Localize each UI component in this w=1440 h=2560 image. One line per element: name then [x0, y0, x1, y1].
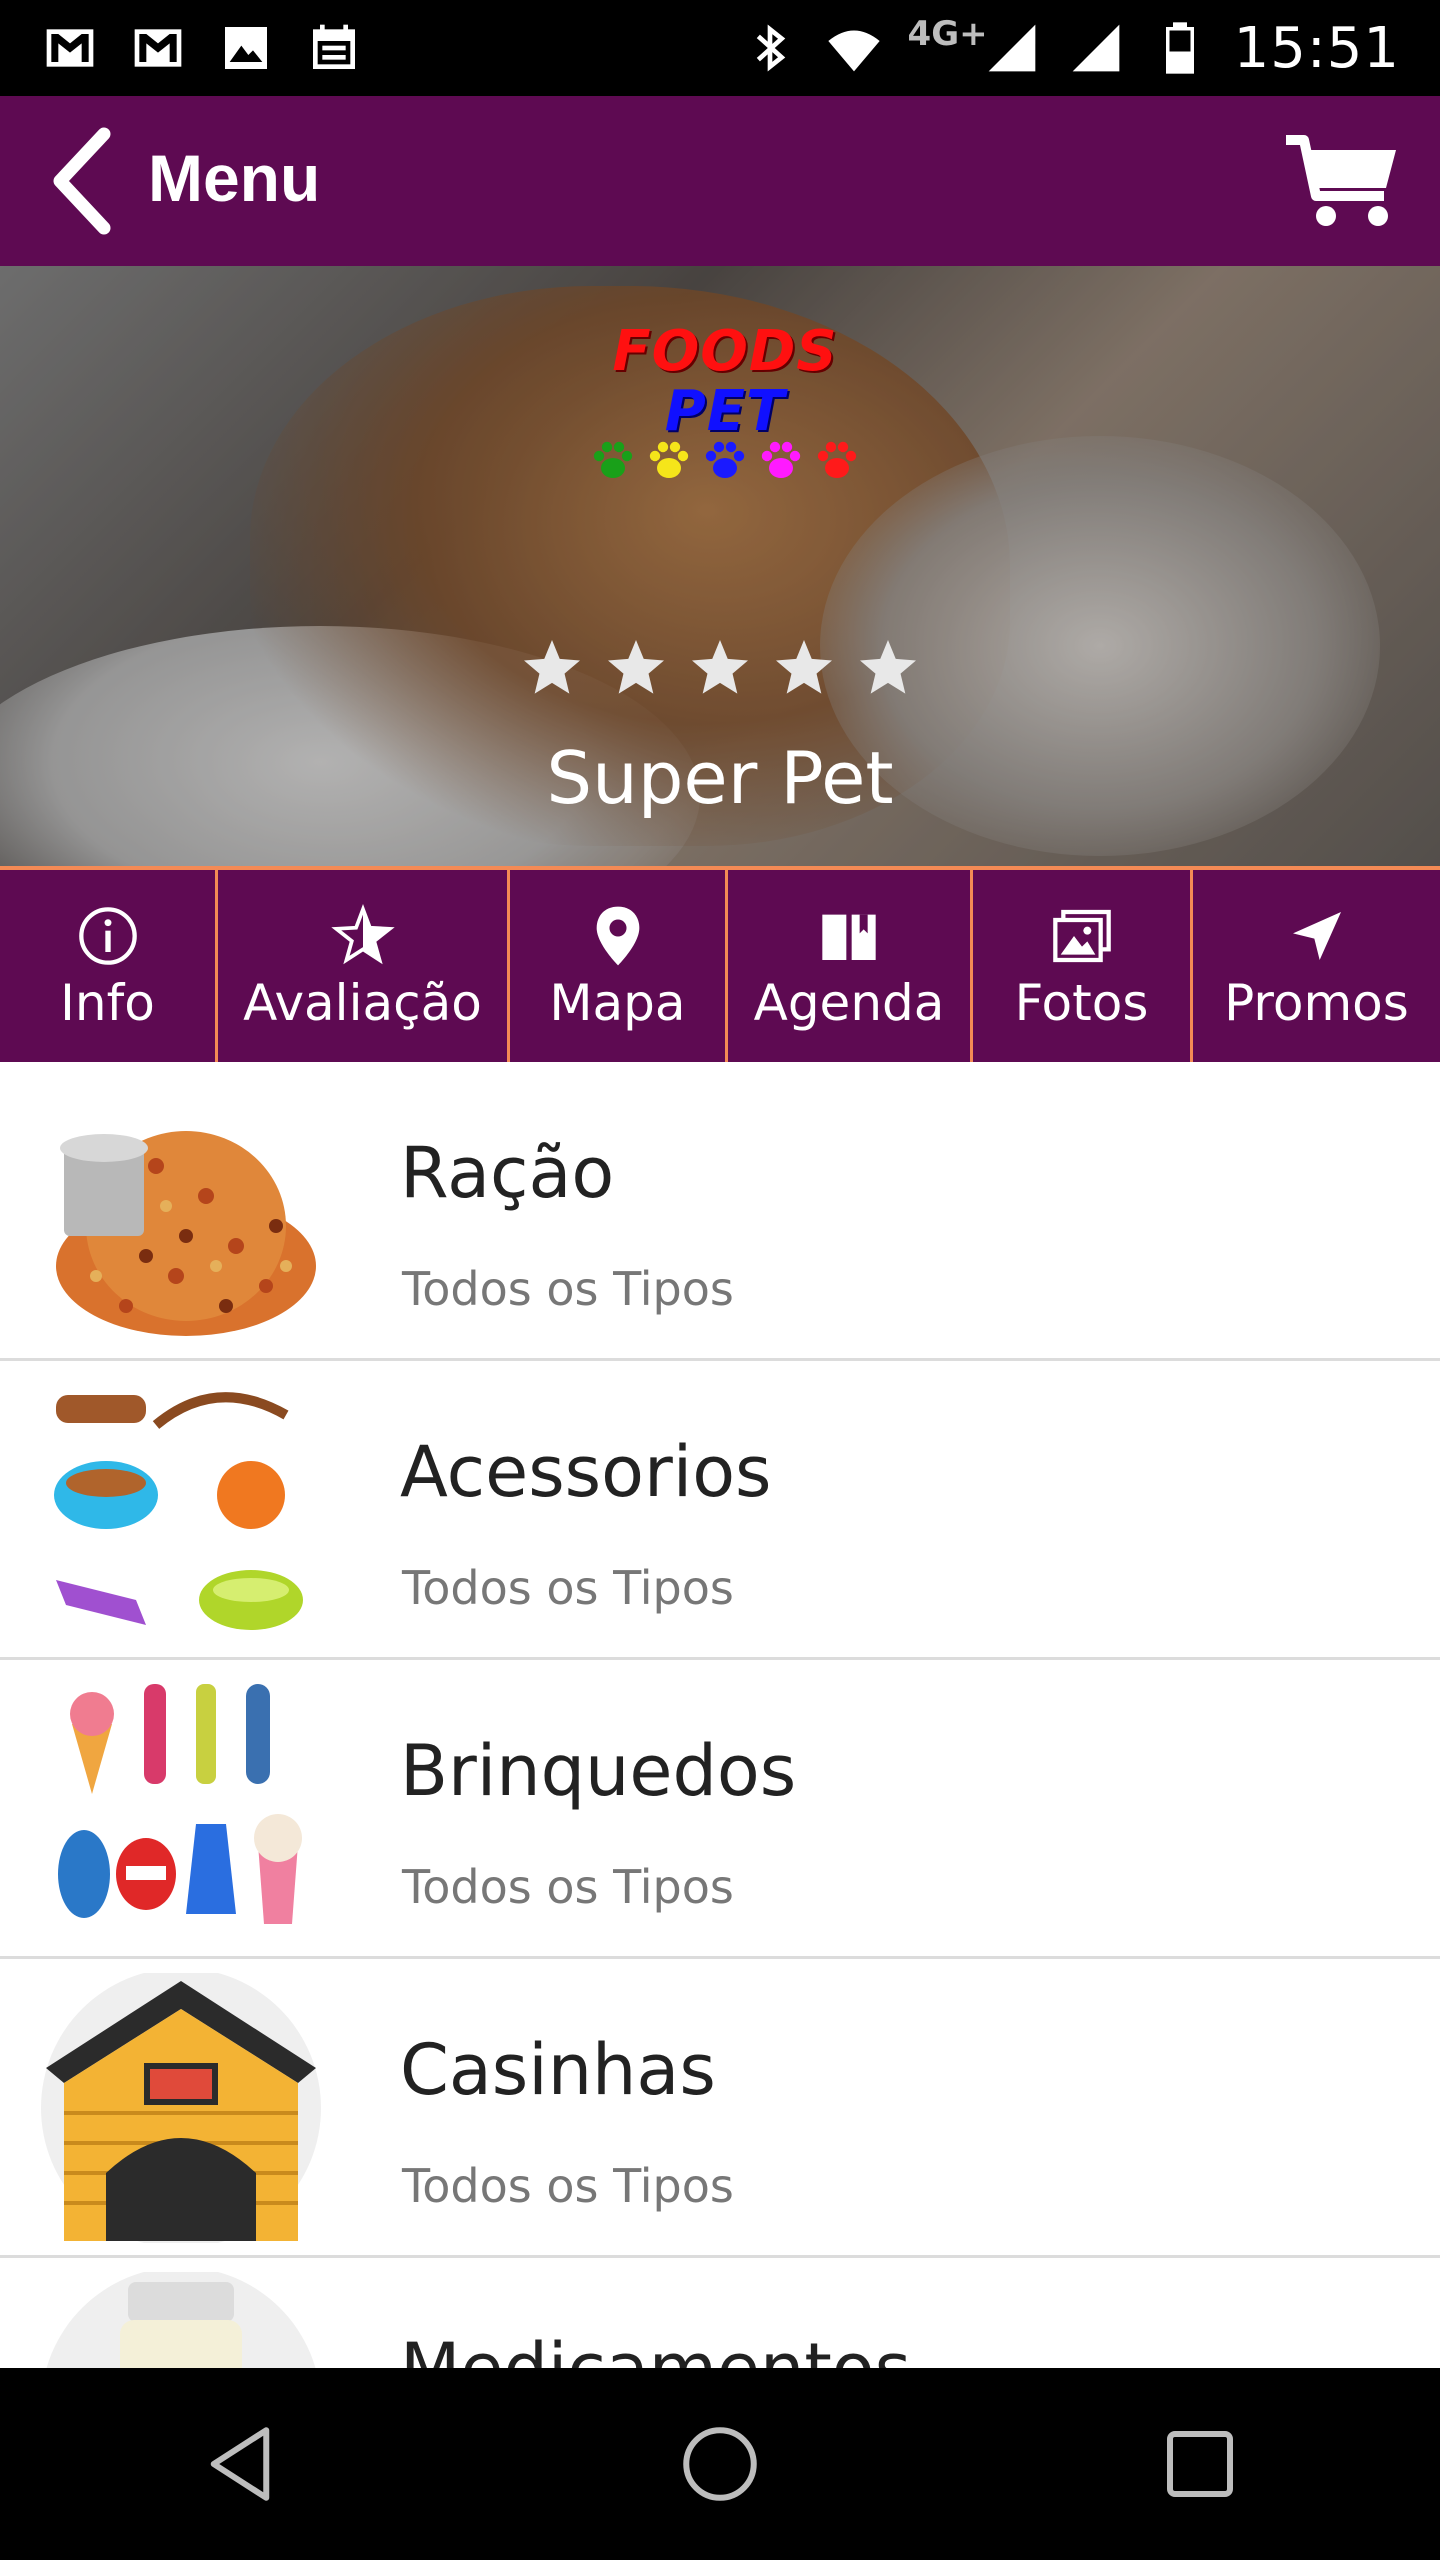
category-subtitle: Todos os Tipos [402, 1262, 734, 1316]
category-subtitle: Todos os Tipos [402, 2159, 734, 2213]
tab-label: Mapa [549, 974, 686, 1032]
info-icon [78, 907, 137, 965]
dog-house-image [41, 1973, 321, 2243]
category-subtitle: Todos os Tipos [402, 1860, 734, 1914]
status-bar: 4G+ 15:51 [0, 0, 1440, 96]
list-item[interactable]: Ração Todos os Tipos [0, 1062, 1440, 1361]
paw-icon [761, 441, 801, 478]
tab-label: Promos [1224, 974, 1409, 1032]
bluetooth-icon [740, 20, 800, 76]
tab-agenda[interactable]: Agenda [728, 870, 973, 1066]
wifi-icon [824, 20, 884, 76]
category-list: Ração Todos os Tipos Acessorios Todos os… [0, 1062, 1440, 2557]
star-icon [330, 904, 395, 965]
category-title: Brinquedos [400, 1730, 797, 1812]
tab-label: Fotos [1014, 974, 1149, 1032]
tab-label: Info [60, 974, 155, 1032]
star-icon [776, 640, 832, 694]
accessories-image [54, 1392, 303, 1630]
image-icon [216, 20, 276, 76]
category-subtitle: Todos os Tipos [402, 1561, 734, 1615]
clock: 15:51 [1233, 15, 1400, 81]
store-tabs: Info Avaliação Mapa Agenda Fotos Promos [0, 866, 1440, 1066]
page-title: Menu [148, 141, 321, 215]
send-icon [1292, 912, 1341, 960]
network-type-label: 4G+ [907, 14, 988, 54]
category-title: Acessorios [400, 1431, 772, 1513]
gmail-icon [128, 20, 188, 76]
gmail-icon [40, 20, 100, 76]
star-icon [692, 640, 748, 694]
paw-icon [705, 441, 745, 478]
recents-icon[interactable] [1130, 2394, 1270, 2534]
paw-icon [649, 441, 689, 478]
store-logo: FOODS PET [570, 322, 880, 482]
cart-icon[interactable] [1282, 132, 1402, 232]
pet-food-image [56, 1131, 316, 1336]
signal-icon [1066, 20, 1126, 76]
signal-icon [982, 20, 1042, 76]
list-item[interactable]: Brinquedos Todos os Tipos [0, 1660, 1440, 1959]
tab-label: Agenda [753, 974, 945, 1032]
home-icon[interactable] [650, 2394, 790, 2534]
photos-icon [1052, 909, 1111, 963]
star-icon [860, 640, 916, 694]
star-icon [524, 640, 580, 694]
app-bar: Menu [0, 96, 1440, 266]
tab-label: Avaliação [243, 974, 482, 1032]
tab-promos[interactable]: Promos [1193, 870, 1440, 1066]
star-icon [608, 640, 664, 694]
logo-text: FOODS PET [570, 322, 880, 442]
calendar-icon [304, 20, 364, 76]
logo-word-pet: PET [664, 379, 786, 444]
store-hero-banner: FOODS PET Super Pet [0, 266, 1440, 866]
battery-icon [1150, 20, 1210, 76]
list-item[interactable]: Casinhas Todos os Tipos [0, 1959, 1440, 2258]
store-name: Super Pet [546, 736, 894, 820]
chevron-left-icon[interactable] [36, 126, 126, 236]
toys-image [58, 1684, 302, 1924]
paw-icon [817, 441, 857, 478]
rating-stars [520, 636, 920, 700]
map-pin-icon [596, 906, 639, 966]
book-icon [822, 914, 876, 960]
system-nav-bar [0, 2368, 1440, 2560]
logo-paws [570, 438, 880, 482]
list-item[interactable]: Acessorios Todos os Tipos [0, 1361, 1440, 1660]
category-title: Casinhas [400, 2029, 716, 2111]
tab-avaliacao[interactable]: Avaliação [218, 870, 510, 1066]
category-title: Ração [400, 1132, 615, 1214]
paw-icon [593, 441, 633, 478]
tab-mapa[interactable]: Mapa [510, 870, 728, 1066]
back-icon[interactable] [170, 2394, 310, 2534]
logo-word-foods: FOODS [612, 319, 838, 384]
tab-info[interactable]: Info [0, 870, 218, 1066]
tab-fotos[interactable]: Fotos [973, 870, 1193, 1066]
